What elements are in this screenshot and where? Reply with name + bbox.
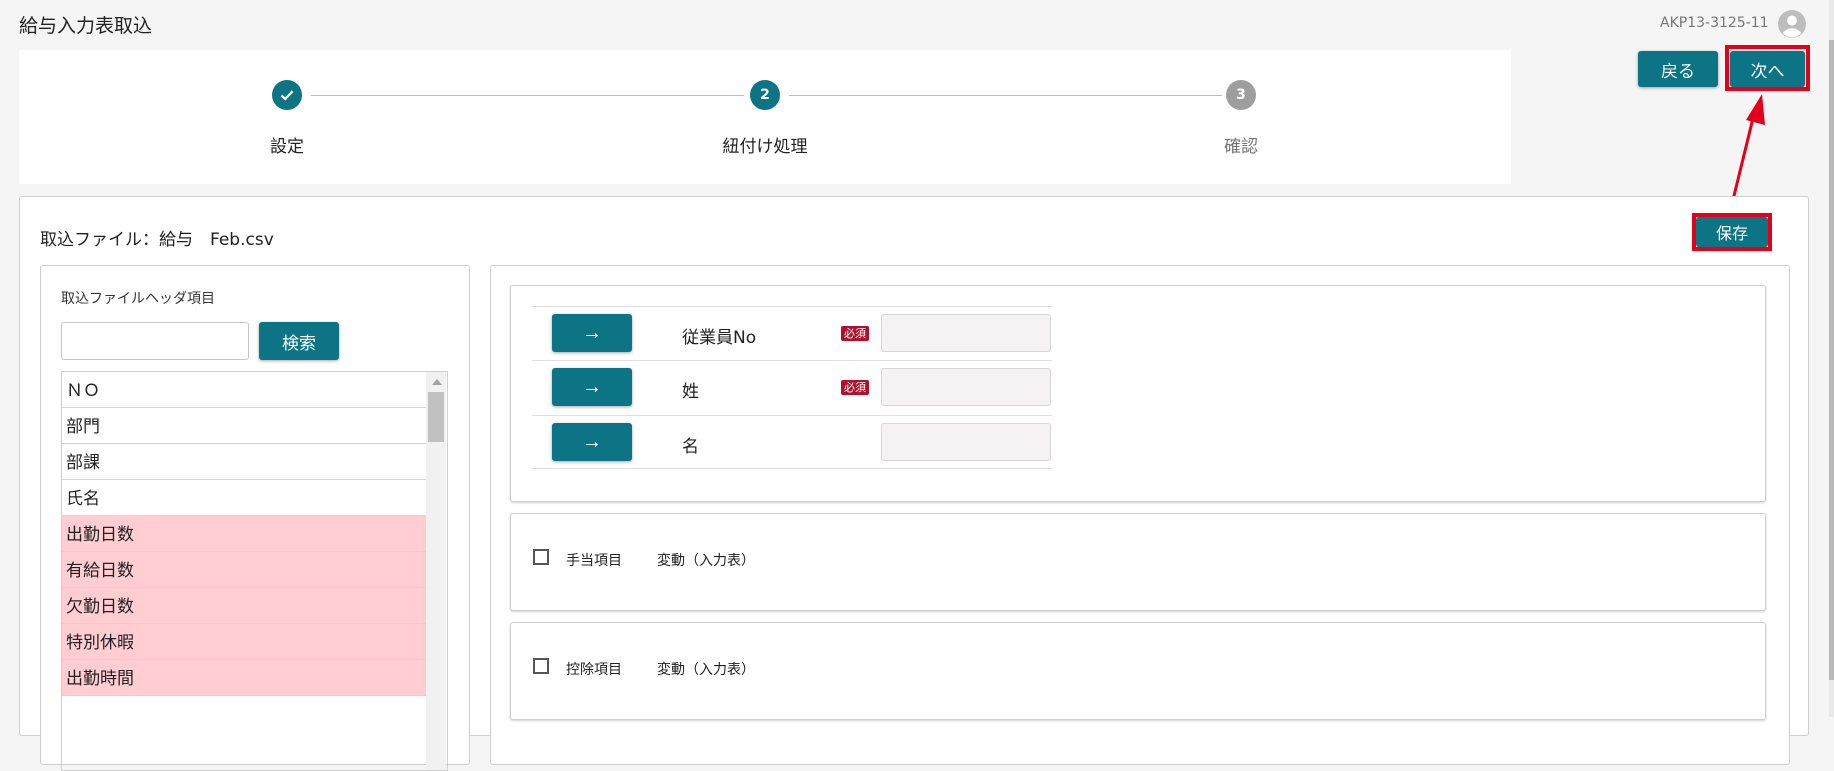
list-item[interactable]: 出勤時間 bbox=[62, 660, 426, 696]
header-items-list-body: ＮＯ 部門 部課 氏名 出勤日数 有給日数 欠勤日数 特別休暇 出勤時間 bbox=[62, 372, 426, 696]
list-item[interactable]: 欠勤日数 bbox=[62, 588, 426, 624]
step-3-label: 確認 bbox=[1224, 137, 1258, 157]
category-name: 手当項目 bbox=[566, 553, 622, 569]
header-items-title: 取込ファイルヘッダ項目 bbox=[61, 291, 215, 307]
list-item[interactable]: 部課 bbox=[62, 444, 426, 480]
map-arrow-button[interactable]: → bbox=[552, 368, 632, 406]
step-3-number: 3 bbox=[1226, 80, 1256, 110]
category-type: 変動（入力表） bbox=[657, 662, 755, 678]
mapping-field-label: 従業員No bbox=[682, 328, 757, 348]
category-card: 手当項目 変動（入力表） bbox=[510, 513, 1766, 611]
mapping-row: → 姓 必須 bbox=[532, 360, 1052, 414]
mapping-target-field[interactable] bbox=[881, 368, 1051, 406]
category-checkbox[interactable] bbox=[533, 658, 549, 674]
list-item[interactable]: 特別休暇 bbox=[62, 624, 426, 660]
step-2-number: 2 bbox=[750, 80, 780, 110]
category-checkbox[interactable] bbox=[533, 549, 549, 565]
mapping-row: → 従業員No 必須 bbox=[532, 306, 1052, 360]
next-button-highlight-frame bbox=[1725, 45, 1810, 91]
mapping-field-label: 名 bbox=[682, 437, 699, 457]
scrollbar-thumb[interactable] bbox=[428, 392, 444, 442]
required-badge: 必須 bbox=[841, 380, 869, 395]
annotation-arrow-icon bbox=[1730, 94, 1765, 205]
account-icon[interactable] bbox=[1777, 9, 1807, 39]
category-card: 控除項目 変動（入力表） bbox=[510, 622, 1766, 720]
step-1-label: 設定 bbox=[270, 137, 304, 157]
back-button[interactable]: 戻る bbox=[1638, 51, 1718, 87]
step-1-done-icon bbox=[272, 80, 302, 110]
category-type: 変動（入力表） bbox=[657, 553, 755, 569]
stepper-connector bbox=[311, 95, 744, 96]
map-arrow-button[interactable]: → bbox=[552, 314, 632, 352]
mapping-target-field[interactable] bbox=[881, 314, 1051, 352]
list-item[interactable]: 出勤日数 bbox=[62, 516, 426, 552]
header-search-input[interactable] bbox=[61, 322, 249, 360]
required-badge: 必須 bbox=[841, 326, 869, 341]
list-item[interactable]: 氏名 bbox=[62, 480, 426, 516]
list-item[interactable]: 部門 bbox=[62, 408, 426, 444]
mapping-field-label: 姓 bbox=[682, 382, 699, 402]
list-item[interactable]: 有給日数 bbox=[62, 552, 426, 588]
header-items-panel: 取込ファイルヘッダ項目 検索 ＮＯ 部門 部課 氏名 出勤日数 有給日数 欠勤日… bbox=[40, 265, 470, 771]
stepper-connector bbox=[789, 95, 1222, 96]
scroll-up-icon[interactable] bbox=[432, 379, 442, 385]
list-scrollbar[interactable] bbox=[426, 372, 446, 770]
file-label: 取込ファイル：給与 Feb.csv bbox=[40, 230, 274, 250]
step-2-label: 紐付け処理 bbox=[722, 137, 808, 157]
header-search-button[interactable]: 検索 bbox=[259, 322, 339, 360]
mapping-row: → 名 bbox=[532, 415, 1052, 469]
user-code: AKP13-3125-11 bbox=[1660, 15, 1769, 31]
stepper: 設定 2 紐付け処理 3 確認 bbox=[19, 50, 1511, 184]
header-items-list[interactable]: ＮＯ 部門 部課 氏名 出勤日数 有給日数 欠勤日数 特別休暇 出勤時間 bbox=[61, 371, 448, 771]
category-name: 控除項目 bbox=[566, 662, 622, 678]
map-arrow-button[interactable]: → bbox=[552, 423, 632, 461]
mapping-target-field[interactable] bbox=[881, 423, 1051, 461]
page-scrollbar-thumb[interactable] bbox=[1829, 40, 1834, 680]
page-title: 給与入力表取込 bbox=[19, 15, 153, 37]
list-item[interactable]: ＮＯ bbox=[62, 372, 426, 408]
page-scrollbar[interactable] bbox=[1829, 0, 1834, 717]
save-button-highlight-frame bbox=[1692, 213, 1772, 251]
